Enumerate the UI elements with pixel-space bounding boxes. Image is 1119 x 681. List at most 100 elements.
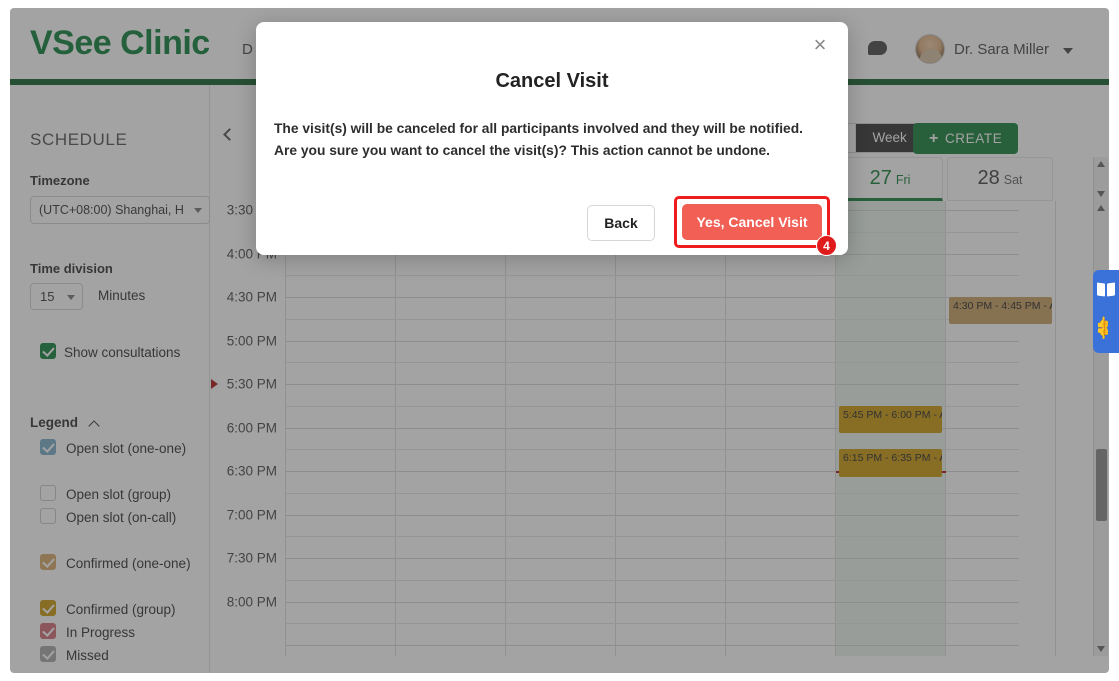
time-label: 5:30 PM	[226, 376, 277, 392]
show-consultations-checkbox[interactable]	[40, 343, 56, 359]
nav-item-dashboard[interactable]: D	[242, 41, 253, 58]
scroll-up-arrow-icon[interactable]	[1097, 161, 1105, 167]
legend-item[interactable]: Confirmed (group)	[10, 598, 210, 621]
grid-line	[286, 623, 1019, 625]
chat-bubble-icon[interactable]	[868, 41, 888, 57]
close-icon[interactable]: ×	[808, 34, 832, 58]
day-header[interactable]: 27 Fri	[837, 157, 943, 201]
legend-item[interactable]: Missed	[10, 644, 210, 667]
legend-checkbox[interactable]	[40, 554, 56, 570]
create-button[interactable]: + CREATE	[913, 123, 1019, 154]
time-label: 7:00 PM	[226, 507, 277, 522]
time-division-select[interactable]: 15	[30, 283, 83, 310]
legend-item[interactable]: Open slot (one-one)	[10, 437, 210, 483]
calendar-grid-body: 4:30 PM - 4:45 PM - Alic 5:45 PM - 6:00 P…	[285, 201, 1093, 656]
day-column[interactable]	[726, 201, 836, 656]
timezone-value: (UTC+08:00) Shanghai, H	[39, 203, 184, 217]
open-book-icon	[1097, 283, 1115, 296]
confirm-cancel-visit-button[interactable]: Yes, Cancel Visit	[682, 204, 822, 240]
user-name-label[interactable]: Dr. Sara Miller	[954, 41, 1049, 58]
back-button[interactable]: Back	[587, 205, 655, 241]
day-name: Sat	[1003, 173, 1023, 187]
legend-checkbox[interactable]	[40, 646, 56, 662]
time-label: 7:30 PM	[226, 550, 277, 566]
timezone-select[interactable]: (UTC+08:00) Shanghai, H	[30, 196, 210, 224]
current-time-marker-icon	[211, 379, 218, 389]
legend-checkbox[interactable]	[40, 623, 56, 639]
legend-item[interactable]: Confirmed (one-one)	[10, 552, 210, 598]
grid-line	[286, 492, 1019, 494]
confirm-button-highlight: Yes, Cancel Visit 4	[674, 196, 837, 256]
legend-item[interactable]: In Progress	[10, 621, 210, 644]
day-name: Fri	[895, 173, 911, 187]
time-division-value: 15	[40, 289, 55, 304]
dialog-message-line-2: Are you sure you want to cancel the visi…	[274, 143, 770, 159]
avatar[interactable]	[915, 34, 945, 64]
chevron-down-icon[interactable]	[1063, 48, 1073, 54]
scrollbar-thumb[interactable]	[1096, 449, 1107, 521]
schedule-sidebar: SCHEDULE Timezone (UTC+08:00) Shanghai, …	[10, 85, 210, 673]
dialog-message: The visit(s) will be canceled for all pa…	[274, 118, 830, 163]
scroll-down-arrow-icon[interactable]	[1097, 191, 1105, 197]
grid-line	[286, 318, 1019, 320]
grid-line	[286, 340, 1019, 342]
time-label: 4:30 PM	[226, 289, 277, 305]
step-badge: 4	[816, 235, 837, 256]
calendar-event[interactable]: 4:30 PM - 4:45 PM - Alic	[949, 297, 1052, 325]
time-label: 8:00 PM	[226, 594, 277, 609]
day-number: 28	[977, 167, 1000, 189]
grid-line	[286, 514, 1019, 516]
grid-line	[286, 579, 1019, 581]
time-axis: 3:30 PM 4:00 PM 4:30 PM 5:00 PM 5:30 PM 6:00 …	[210, 201, 285, 656]
timezone-label: Timezone	[30, 173, 90, 188]
day-column[interactable]	[506, 201, 616, 656]
create-button-label: CREATE	[944, 131, 1003, 146]
app-logo[interactable]: VSee Clinic	[30, 24, 210, 63]
page-title: SCHEDULE	[30, 130, 128, 149]
legend-checkbox[interactable]	[40, 508, 56, 524]
grid-line	[286, 297, 1019, 298]
time-label: 5:00 PM	[226, 333, 277, 348]
app-root: VSee Clinic D Dr. Sara Miller SCHEDULE T…	[0, 0, 1119, 681]
grid-line	[286, 362, 1019, 364]
day-header[interactable]: 28 Sat	[947, 157, 1053, 201]
day-column[interactable]	[286, 201, 396, 656]
feedback-widget-tab[interactable]: 👍👎	[1093, 270, 1119, 353]
scroll-down-arrow-icon[interactable]	[1097, 646, 1105, 652]
dialog-message-line-1: The visit(s) will be canceled for all pa…	[274, 121, 803, 136]
scroll-up-arrow-icon[interactable]	[1097, 205, 1105, 211]
legend-item[interactable]: Open slot (on-call)	[10, 506, 210, 552]
calendar-event[interactable]: 5:45 PM - 6:00 PM - Ali	[839, 405, 942, 434]
grid-line	[286, 645, 1019, 646]
legend-checkbox[interactable]	[40, 485, 56, 501]
time-label: 6:30 PM	[226, 463, 277, 479]
calendar-event[interactable]: 6:15 PM - 6:35 PM - Ali	[839, 449, 942, 477]
grid-line	[286, 275, 1019, 277]
legend-item-label: Confirmed (one-one)	[66, 556, 191, 571]
legend-checkbox[interactable]	[40, 600, 56, 616]
chevron-down-icon	[194, 208, 202, 213]
time-label: 6:00 PM	[226, 420, 277, 435]
grid-line	[286, 384, 1019, 385]
day-column[interactable]	[946, 201, 1056, 656]
show-consultations-label: Show consultations	[64, 345, 181, 360]
day-column[interactable]	[396, 201, 506, 656]
cancel-visit-dialog: × Cancel Visit The visit(s) will be canc…	[256, 22, 848, 256]
legend-item-label: Open slot (one-one)	[66, 441, 187, 456]
legend-item-label: Open slot (group)	[66, 487, 172, 502]
legend-item-label: Missed	[66, 648, 109, 663]
chevron-left-icon[interactable]	[222, 127, 238, 143]
grid-line	[286, 601, 1019, 603]
day-column[interactable]	[616, 201, 726, 656]
time-division-unit: Minutes	[98, 288, 146, 303]
day-number: 27	[869, 167, 892, 189]
legend-checkbox[interactable]	[40, 439, 56, 455]
legend-item[interactable]: Open slot (group)	[10, 483, 210, 506]
chevron-up-icon[interactable]	[88, 420, 100, 432]
grid-line	[286, 558, 1019, 559]
thumbs-up-down-icon: 👍👎	[1096, 317, 1110, 340]
legend-item-label: Open slot (on-call)	[66, 510, 177, 525]
legend-title: Legend	[30, 415, 79, 430]
legend-item-label: In Progress	[66, 625, 136, 640]
calendar-scrollbar-top[interactable]	[1093, 157, 1108, 201]
